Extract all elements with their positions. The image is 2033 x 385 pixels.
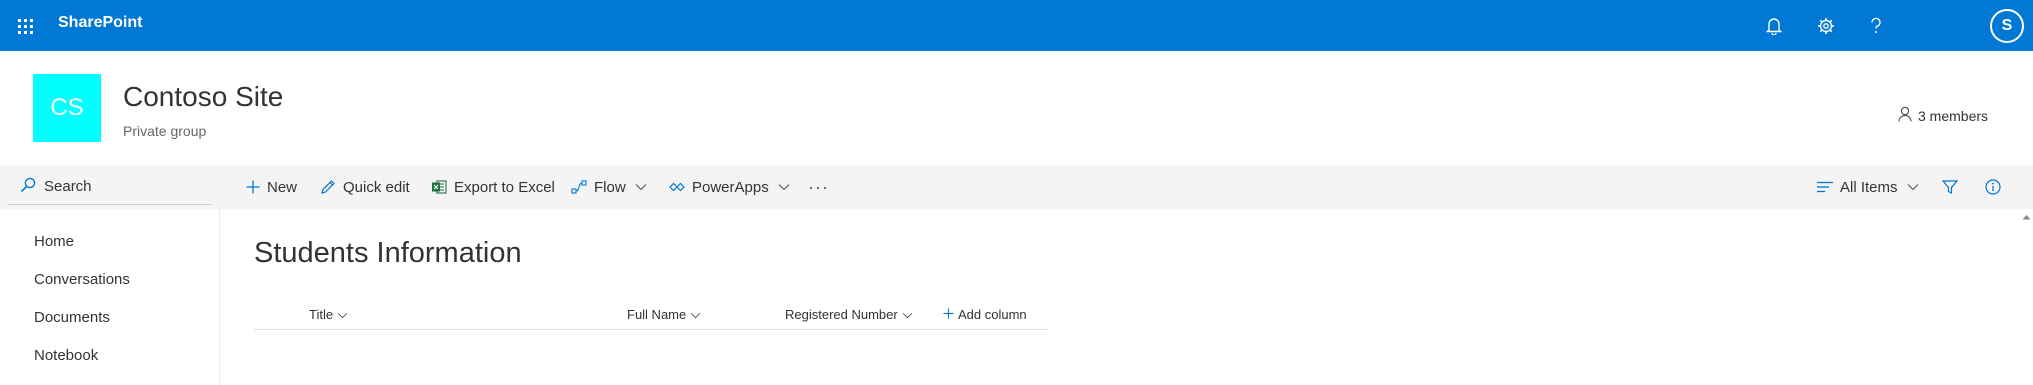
app-name-link[interactable]: SharePoint [58, 14, 142, 32]
more-options-button[interactable]: ··· [808, 165, 829, 209]
flow-icon [571, 180, 587, 194]
plus-icon [246, 180, 260, 194]
flow-label: Flow [594, 178, 626, 196]
site-logo[interactable]: CS [33, 74, 101, 142]
view-selector[interactable]: All Items [1817, 165, 1919, 209]
site-title[interactable]: Contoso Site [123, 81, 283, 113]
chevron-down-icon [778, 183, 790, 191]
plus-icon [943, 307, 954, 322]
export-label: Export to Excel [454, 178, 555, 196]
column-label: Registered Number [785, 307, 898, 322]
members-button[interactable]: 3 members [1898, 106, 1988, 125]
chevron-down-icon [902, 307, 913, 322]
quick-edit-label: Quick edit [343, 178, 410, 196]
export-to-excel-button[interactable]: Export to Excel [431, 165, 555, 209]
nav-item-documents[interactable]: Documents [34, 309, 110, 326]
search-icon [20, 177, 36, 197]
command-bar: Search New Quick edit Export to Excel Fl… [0, 165, 2033, 209]
members-label: 3 members [1918, 107, 1989, 124]
user-avatar[interactable]: S [1990, 9, 2024, 43]
chevron-down-icon [1907, 183, 1919, 191]
column-header-registered-number[interactable]: Registered Number [785, 307, 913, 322]
chevron-down-icon [690, 307, 701, 322]
list-title: Students Information [254, 237, 522, 269]
view-lines-icon [1817, 181, 1833, 193]
nav-item-conversations[interactable]: Conversations [34, 271, 130, 288]
column-header-full-name[interactable]: Full Name [627, 307, 701, 322]
column-header-title[interactable]: Title [309, 307, 348, 322]
chevron-down-icon [337, 307, 348, 322]
app-launcher-icon[interactable] [10, 11, 40, 41]
site-subtitle: Private group [123, 123, 207, 139]
powerapps-button[interactable]: PowerApps [669, 165, 790, 209]
new-label: New [267, 178, 298, 196]
filter-icon[interactable] [1942, 165, 1958, 209]
powerapps-icon [669, 181, 685, 193]
flow-button[interactable]: Flow [571, 165, 647, 209]
column-label: Full Name [627, 307, 687, 322]
powerapps-label: PowerApps [692, 178, 769, 196]
suite-bar: SharePoint S [0, 0, 2033, 51]
chevron-down-icon [635, 183, 647, 191]
pencil-icon [320, 179, 336, 195]
quick-edit-button[interactable]: Quick edit [320, 165, 410, 209]
info-icon[interactable] [1985, 165, 2001, 209]
help-icon[interactable] [1862, 12, 1890, 40]
person-icon [1898, 106, 1912, 125]
add-column-button[interactable]: Add column [943, 307, 1027, 322]
excel-icon [431, 179, 447, 195]
new-button[interactable]: New [246, 165, 297, 209]
view-label: All Items [1840, 178, 1898, 196]
column-label: Title [309, 307, 334, 322]
vertical-scrollbar[interactable] [2019, 209, 2033, 385]
nav-item-notebook[interactable]: Notebook [34, 347, 98, 364]
add-column-label: Add column [958, 307, 1027, 322]
site-header: CS Contoso Site Private group 3 members [0, 51, 2033, 165]
left-navigation: Home Conversations Documents Notebook [0, 209, 220, 385]
gear-icon[interactable] [1812, 12, 1840, 40]
bell-icon[interactable] [1760, 12, 1788, 40]
search-box[interactable]: Search [8, 169, 212, 205]
header-divider [254, 329, 1048, 330]
nav-item-home[interactable]: Home [34, 233, 74, 250]
main-content: Students Information Title Full Name Reg… [221, 209, 2019, 385]
search-label: Search [44, 178, 92, 195]
scroll-up-arrow-icon[interactable] [2020, 212, 2032, 222]
